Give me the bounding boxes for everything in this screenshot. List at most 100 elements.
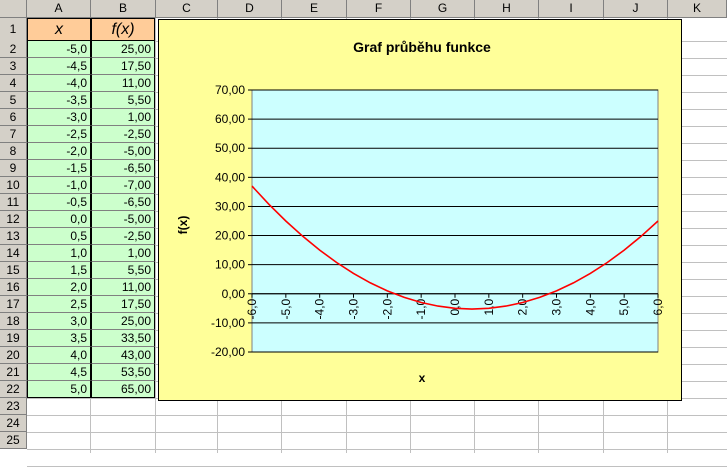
row-header-14[interactable]: 14 [0, 245, 27, 262]
cell-x-value[interactable]: 3,5 [27, 330, 91, 347]
cell-x-value[interactable]: -4,0 [27, 75, 91, 92]
cell-x-value[interactable]: 5,0 [27, 381, 91, 398]
column-header-k[interactable]: K [668, 0, 727, 18]
cell-fx-value[interactable]: -6,50 [91, 160, 155, 177]
column-header-h[interactable]: H [475, 0, 539, 18]
y-tick-label: 40,00 [215, 170, 245, 184]
cell-fx-value[interactable]: -2,50 [91, 228, 155, 245]
cell-fx-value[interactable]: -2,50 [91, 126, 155, 143]
row-header-1[interactable]: 1 [0, 18, 27, 42]
x-axis-label: x [419, 371, 426, 385]
chart-area[interactable]: Graf průběhu funkce x f(x) 70,00 60,00 50,… [158, 19, 682, 401]
cell-x-value[interactable]: -2,5 [27, 126, 91, 143]
column-header-e[interactable]: E [282, 0, 347, 18]
cell-x-value[interactable]: 3,0 [27, 313, 91, 330]
cell-x-value[interactable]: -5,0 [27, 41, 91, 58]
row-header-18[interactable]: 18 [0, 313, 27, 330]
row-header-11[interactable]: 11 [0, 194, 27, 211]
column-header-f[interactable]: F [347, 0, 411, 18]
cell-fx-value[interactable]: 5,50 [91, 262, 155, 279]
row-header-7[interactable]: 7 [0, 126, 27, 143]
x-tick-label: 4,0 [583, 298, 597, 315]
cell-fx-value[interactable]: 5,50 [91, 92, 155, 109]
cell-fx-value[interactable]: 33,50 [91, 330, 155, 347]
line-chart: Graf průběhu funkce x f(x) 70,00 60,00 50,… [176, 39, 665, 385]
cell-x-value[interactable]: -0,5 [27, 194, 91, 211]
row-header-9[interactable]: 9 [0, 160, 27, 177]
cell-fx-value[interactable]: 1,00 [91, 245, 155, 262]
row-header-24[interactable]: 24 [0, 415, 27, 432]
row-header-20[interactable]: 20 [0, 347, 27, 364]
y-tick-label: 30,00 [215, 199, 245, 213]
row-header-22[interactable]: 22 [0, 381, 27, 398]
cell-fx-value[interactable]: -7,00 [91, 177, 155, 194]
row-header-23[interactable]: 23 [0, 398, 27, 415]
cell-fx-value[interactable]: -6,50 [91, 194, 155, 211]
cell-x-value[interactable]: -4,5 [27, 58, 91, 75]
row-header-19[interactable]: 19 [0, 330, 27, 347]
row-header-17[interactable]: 17 [0, 296, 27, 313]
cell-fx-value[interactable]: -5,00 [91, 211, 155, 228]
cell-fx-value[interactable]: 17,50 [91, 296, 155, 313]
cell-x-value[interactable]: 0,0 [27, 211, 91, 228]
column-header-g[interactable]: G [411, 0, 475, 18]
cell-fx-value[interactable]: 65,00 [91, 381, 155, 398]
x-tick-label: -6,0 [245, 298, 259, 319]
cell-x-value[interactable]: 4,0 [27, 347, 91, 364]
column-header-j[interactable]: J [604, 0, 668, 18]
y-tick-label: 50,00 [215, 141, 245, 155]
grid-row-line [27, 415, 727, 416]
row-header-6[interactable]: 6 [0, 109, 27, 126]
column-header-b[interactable]: B [91, 0, 156, 18]
cell-fx-value[interactable]: -5,00 [91, 143, 155, 160]
cell-x-value[interactable]: -1,5 [27, 160, 91, 177]
x-tick-label: 3,0 [550, 298, 564, 315]
grid-column-line [155, 18, 156, 453]
cell-x-value[interactable]: -2,0 [27, 143, 91, 160]
cell-fx-value[interactable]: 11,00 [91, 75, 155, 92]
column-header-c[interactable]: C [156, 0, 218, 18]
header-cell-x[interactable]: x [27, 18, 91, 41]
x-tick-label: -2,0 [380, 298, 394, 319]
y-tick-label: 20,00 [215, 229, 245, 243]
cell-x-value[interactable]: -3,5 [27, 92, 91, 109]
column-header-a[interactable]: A [27, 0, 91, 18]
cell-fx-value[interactable]: 1,00 [91, 109, 155, 126]
column-header-d[interactable]: D [218, 0, 282, 18]
row-header-5[interactable]: 5 [0, 92, 27, 109]
row-header-3[interactable]: 3 [0, 58, 27, 75]
y-tick-label: 0,00 [222, 287, 246, 301]
row-header-8[interactable]: 8 [0, 143, 27, 160]
cell-x-value[interactable]: -3,0 [27, 109, 91, 126]
grid-row-line [27, 432, 727, 433]
select-all-corner[interactable] [0, 0, 27, 18]
row-header-2[interactable]: 2 [0, 41, 27, 58]
cell-fx-value[interactable]: 53,50 [91, 364, 155, 381]
cell-x-value[interactable]: 0,5 [27, 228, 91, 245]
cell-x-value[interactable]: 1,0 [27, 245, 91, 262]
y-tick-label: 60,00 [215, 112, 245, 126]
cell-fx-value[interactable]: 25,00 [91, 313, 155, 330]
row-header-13[interactable]: 13 [0, 228, 27, 245]
cell-fx-value[interactable]: 11,00 [91, 279, 155, 296]
row-header-16[interactable]: 16 [0, 279, 27, 296]
column-header-i[interactable]: I [539, 0, 604, 18]
cell-x-value[interactable]: 4,5 [27, 364, 91, 381]
header-cell-fx[interactable]: f(x) [91, 18, 155, 41]
row-header-12[interactable]: 12 [0, 211, 27, 228]
cell-fx-value[interactable]: 17,50 [91, 58, 155, 75]
cell-fx-value[interactable]: 25,00 [91, 41, 155, 58]
y-tick-label: 70,00 [215, 83, 245, 97]
cell-x-value[interactable]: -1,0 [27, 177, 91, 194]
x-tick-label: -5,0 [279, 298, 293, 319]
cell-x-value[interactable]: 2,5 [27, 296, 91, 313]
row-header-21[interactable]: 21 [0, 364, 27, 381]
cell-x-value[interactable]: 2,0 [27, 279, 91, 296]
row-header-10[interactable]: 10 [0, 177, 27, 194]
row-header-4[interactable]: 4 [0, 75, 27, 92]
row-header-25[interactable]: 25 [0, 432, 27, 449]
cell-x-value[interactable]: 1,5 [27, 262, 91, 279]
cell-fx-value[interactable]: 43,00 [91, 347, 155, 364]
row-header-15[interactable]: 15 [0, 262, 27, 279]
y-tick-label: -10,00 [211, 316, 245, 330]
